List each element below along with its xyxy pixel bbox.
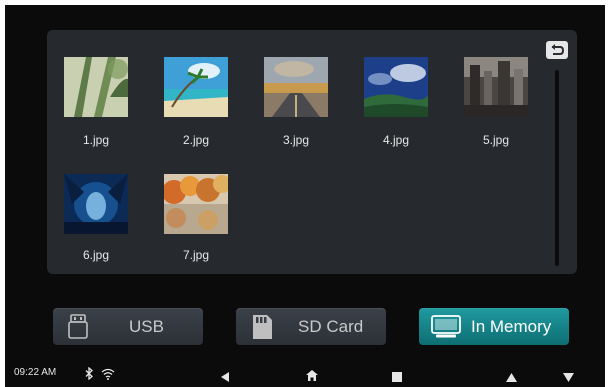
file-name-6: 6.jpg	[82, 248, 110, 262]
file-name-5: 5.jpg	[482, 133, 510, 147]
status-bar: 09:22 AM	[5, 360, 605, 387]
usb-button[interactable]: USB	[53, 308, 203, 345]
return-arrow-icon	[551, 44, 565, 55]
in-memory-button-label: In Memory	[471, 317, 552, 336]
volume-down-icon[interactable]	[563, 369, 574, 387]
thumbnail-1[interactable]	[64, 57, 128, 117]
file-name-3: 3.jpg	[282, 133, 310, 147]
image-gallery-panel: 1.jpg 2.jpg 3.jpg 4.jpg 5.jpg 6.jpg 7.jp…	[47, 30, 577, 274]
recent-apps-icon[interactable]	[392, 369, 402, 387]
file-name-2: 2.jpg	[182, 133, 210, 147]
return-button[interactable]	[546, 41, 568, 59]
monitor-icon	[431, 315, 461, 344]
clock: 09:22 AM	[14, 367, 57, 378]
file-name-4: 4.jpg	[382, 133, 410, 147]
thumbnail-6[interactable]	[64, 174, 128, 234]
thumbnail-4[interactable]	[364, 57, 428, 117]
usb-button-label: USB	[129, 317, 164, 336]
thumbnail-5[interactable]	[464, 57, 528, 117]
volume-up-icon[interactable]	[506, 369, 517, 387]
bluetooth-icon	[85, 366, 93, 385]
nav-back-icon[interactable]	[221, 369, 230, 387]
thumbnail-2[interactable]	[164, 57, 228, 117]
home-icon[interactable]	[306, 368, 318, 386]
sd-card-button[interactable]: SD Card	[236, 308, 386, 345]
in-memory-button[interactable]: In Memory	[419, 308, 569, 345]
sd-card-button-label: SD Card	[298, 317, 364, 336]
file-name-7: 7.jpg	[182, 248, 210, 262]
file-name-1: 1.jpg	[82, 133, 110, 147]
thumbnail-7[interactable]	[164, 174, 228, 234]
wifi-icon	[101, 367, 115, 385]
screen: 1.jpg 2.jpg 3.jpg 4.jpg 5.jpg 6.jpg 7.jp…	[5, 5, 605, 387]
scrollbar[interactable]	[555, 70, 559, 266]
sd-card-icon	[250, 314, 274, 345]
thumbnail-3[interactable]	[264, 57, 328, 117]
usb-drive-icon	[67, 314, 89, 345]
